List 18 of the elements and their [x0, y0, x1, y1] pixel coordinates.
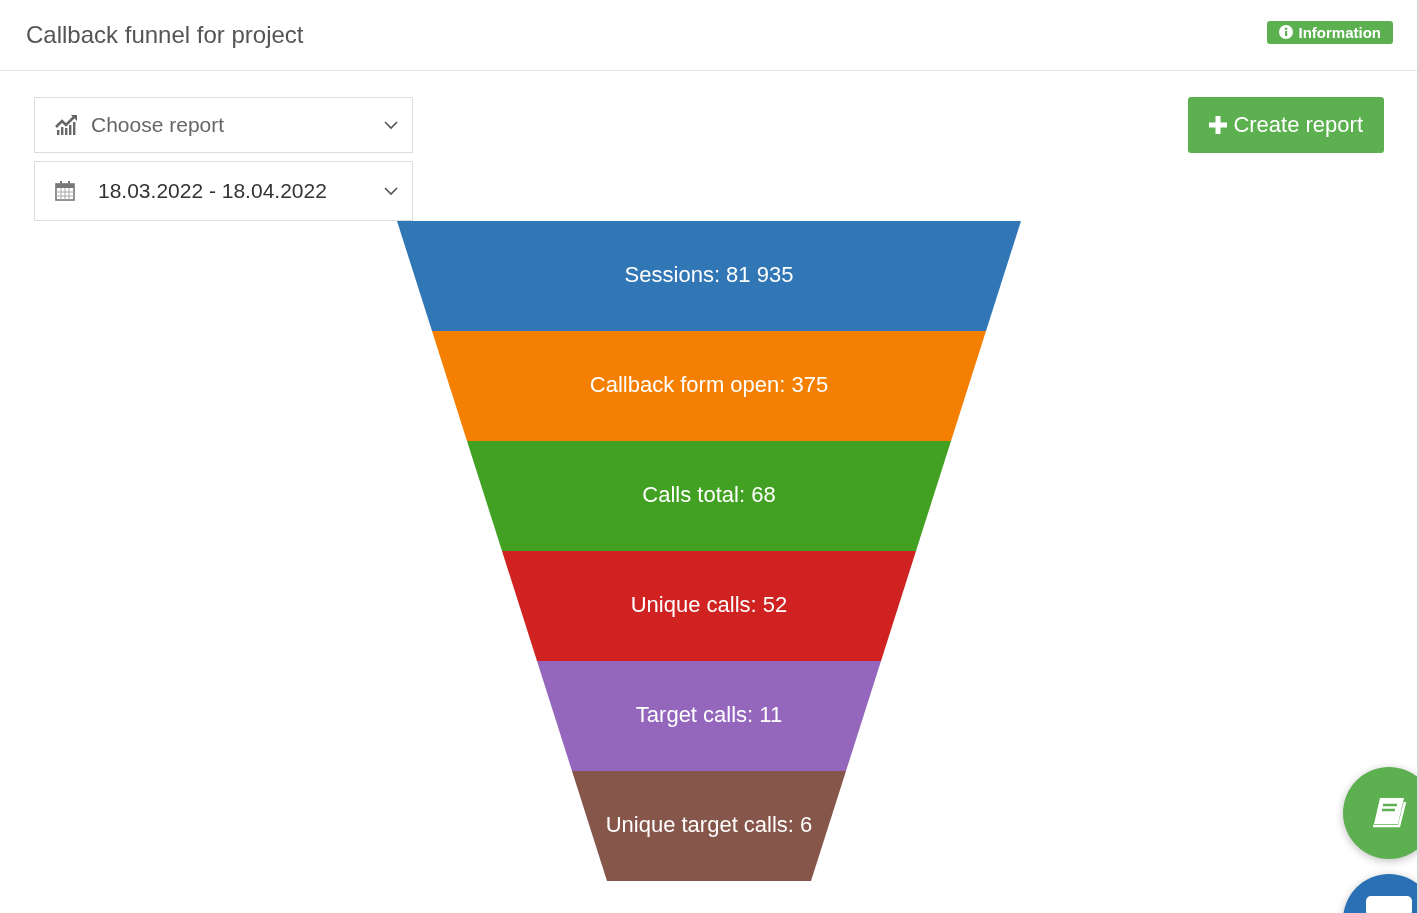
info-icon [1278, 25, 1293, 39]
funnel-label: Sessions: 81 935 [624, 262, 794, 287]
funnel-label: Calls total: 68 [642, 482, 776, 507]
guide-button[interactable] [1343, 767, 1417, 859]
chart-trend-icon [55, 114, 79, 136]
funnel-label: Target calls: 11 [635, 702, 783, 727]
chat-icon [1366, 896, 1412, 913]
funnel-label: Callback form open: 375 [589, 372, 829, 397]
plus-icon [1209, 116, 1228, 134]
report-select[interactable]: Choose report [34, 97, 413, 153]
chevron-down-icon [384, 186, 398, 196]
funnel-label: Unique calls: 52 [630, 592, 788, 617]
page-title: Callback funnel for project [26, 21, 304, 49]
date-range-select[interactable]: 18.03.2022 - 18.04.2022 [34, 161, 413, 221]
chevron-down-icon [384, 120, 398, 130]
calendar-icon [55, 181, 75, 201]
book-icon [1370, 796, 1408, 830]
funnel-label: Unique target calls: 6 [605, 812, 813, 837]
